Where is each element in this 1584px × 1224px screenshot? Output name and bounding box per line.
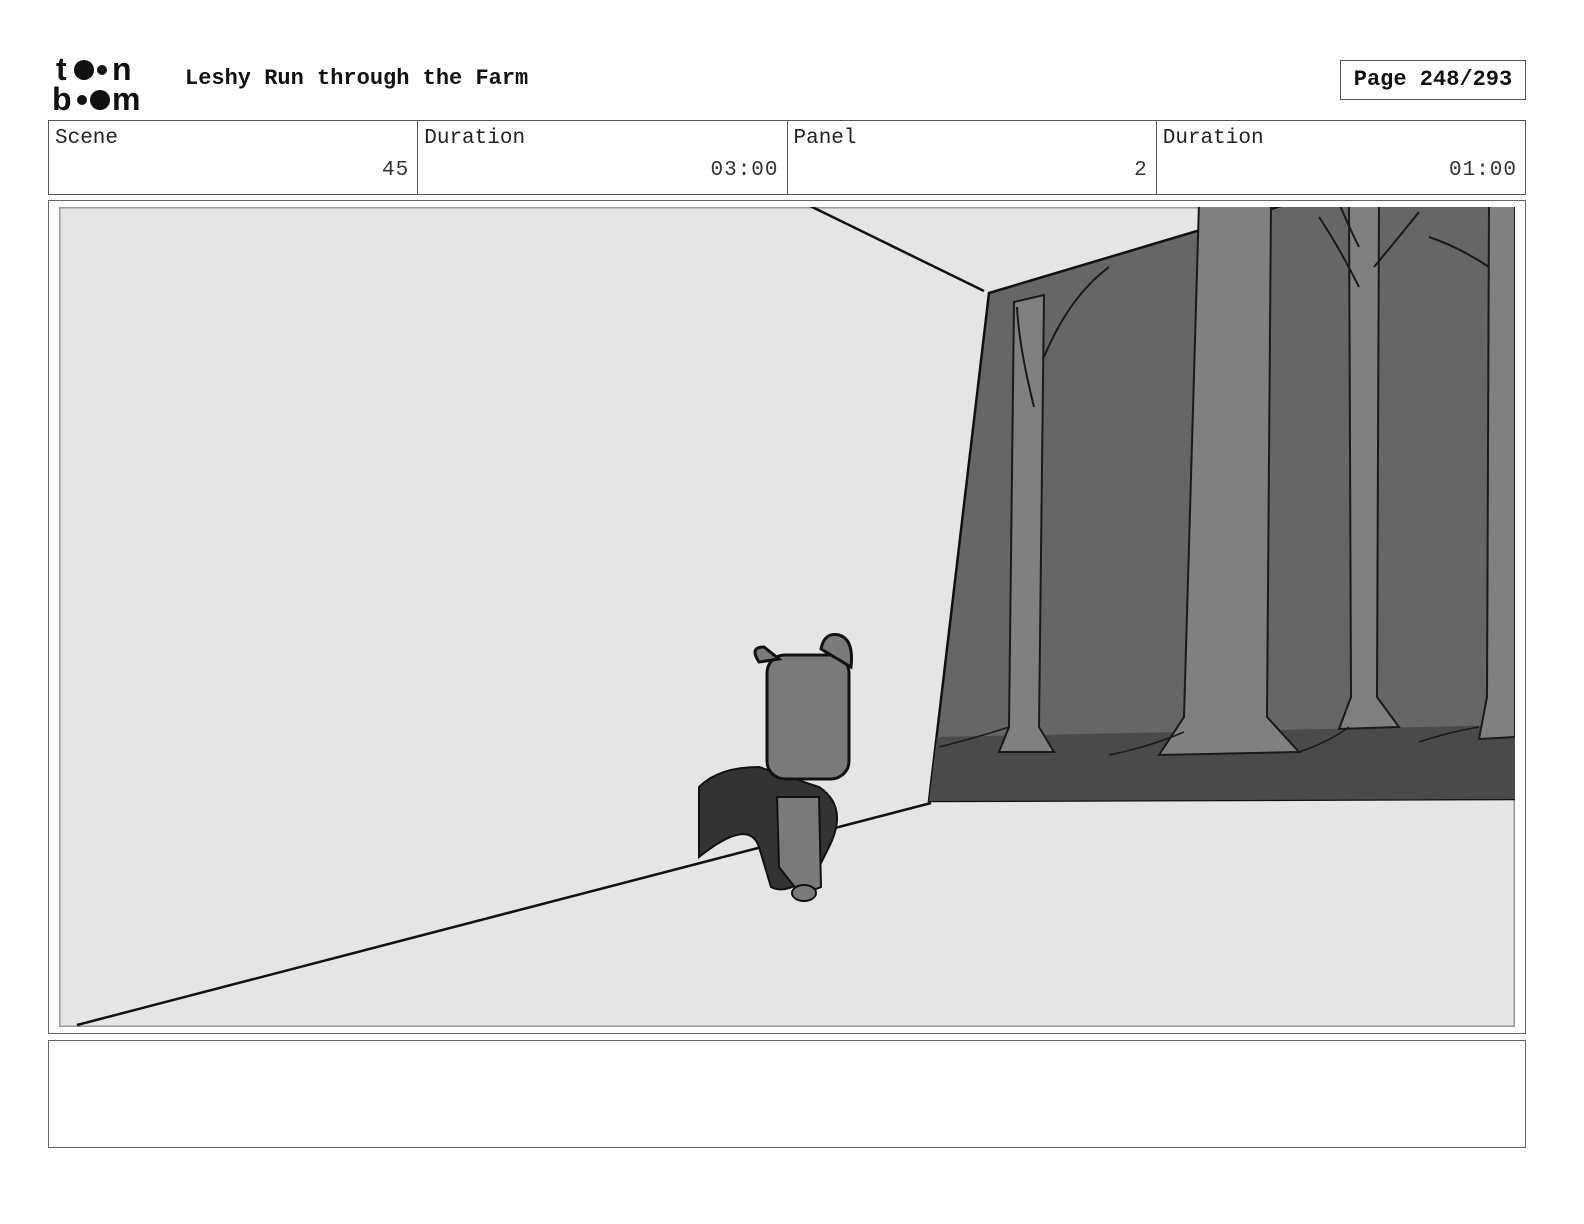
scene-duration-label: Duration <box>424 127 526 150</box>
panel-value: 2 <box>1134 159 1148 182</box>
svg-text:b: b <box>52 81 72 114</box>
scene-duration-cell: Duration 03:00 <box>418 121 788 194</box>
scene-info-row: Scene 45 Duration 03:00 Panel 2 Duration… <box>48 120 1526 195</box>
storyboard-panel-drawing <box>59 207 1515 1027</box>
panel-duration-cell: Duration 01:00 <box>1157 121 1525 194</box>
document-title: Leshy Run through the Farm <box>185 66 529 91</box>
panel-label: Panel <box>793 127 857 150</box>
page-number: Page 248/293 <box>1340 60 1526 100</box>
panel-cell: Panel 2 <box>788 121 1157 194</box>
toonboom-logo: t n b m <box>52 52 140 114</box>
panel-duration-label: Duration <box>1162 127 1264 150</box>
panel-duration-value: 01:00 <box>1448 159 1517 182</box>
scene-duration-value: 03:00 <box>710 159 779 182</box>
panel-notes-box <box>48 1040 1526 1148</box>
scene-cell: Scene 45 <box>49 121 419 194</box>
svg-text:m: m <box>112 81 140 114</box>
scene-label: Scene <box>55 127 119 150</box>
scene-value: 45 <box>382 159 410 182</box>
